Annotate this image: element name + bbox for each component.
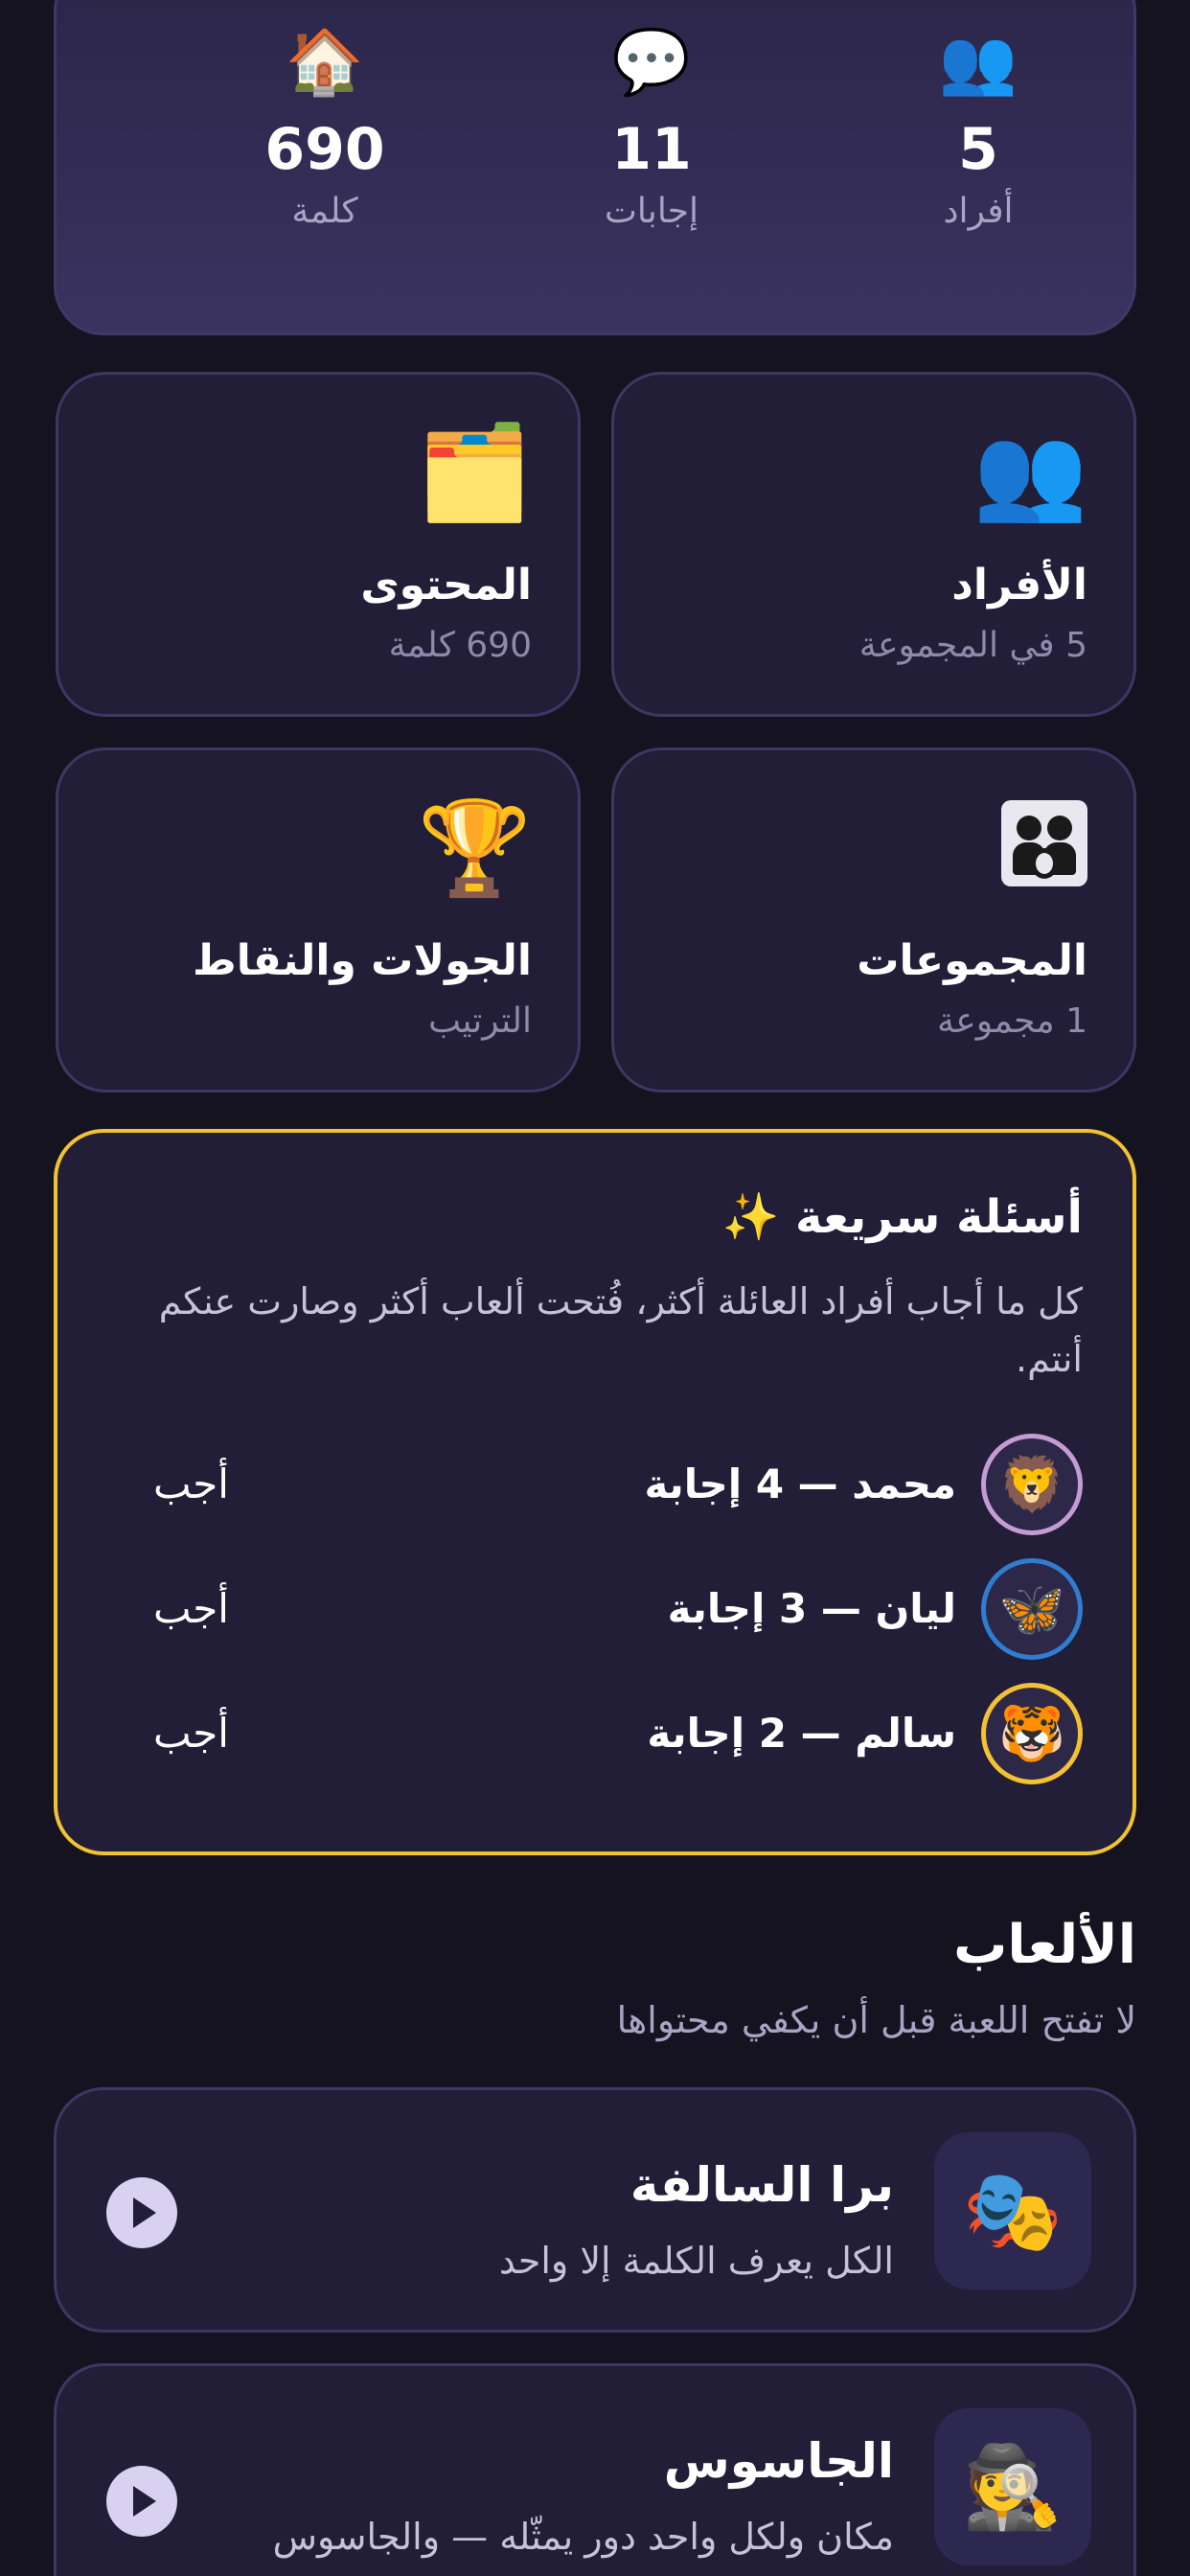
tile-rounds[interactable]: 🏆 الجولات والنقاط الترتيب: [56, 748, 581, 1092]
game-card-odd-one-out[interactable]: 🎭 برا السالفة الكل يعرف الكلمة إلا واحد: [54, 2087, 1136, 2333]
play-icon[interactable]: [106, 2177, 177, 2248]
stat-answers-value: 11: [611, 116, 692, 183]
tile-groups[interactable]: المجموعات 1 مجموعة: [611, 748, 1136, 1092]
detective-icon: 🕵️: [934, 2408, 1091, 2565]
quick-question-row: 🦋 ليان — 3 إجابة أجب: [57, 1558, 1133, 1664]
answer-button[interactable]: أجب: [153, 1451, 229, 1518]
stat-members-label: أفراد: [943, 192, 1014, 231]
game-title: برا السالفة: [629, 2157, 894, 2213]
stat-words-label: كلمة: [291, 192, 358, 231]
tile-content[interactable]: 🗂️ المحتوى 690 كلمة: [56, 372, 581, 717]
folder-icon: 🗂️: [417, 419, 532, 526]
stat-words-value: 690: [264, 116, 385, 183]
game-description: الكل يعرف الكلمة إلا واحد: [498, 2240, 894, 2282]
tile-content-subtitle: 690 كلمة: [388, 626, 532, 665]
stat-members: 👥 5 أفراد: [854, 22, 1103, 237]
tile-groups-title: المجموعات: [857, 936, 1087, 985]
people-icon: 👥: [938, 25, 1018, 99]
house-icon: 🏠: [285, 25, 365, 99]
stats-card: 👥 5 أفراد 💬 11 إجابات 🏠 690 كلمة: [54, 0, 1136, 335]
quick-questions-card: أسئلة سريعة ✨ كل ما أجاب أفراد العائلة أ…: [54, 1129, 1136, 1855]
game-description: مكان ولكل واحد دور يمثّله — والجاسوس يحا…: [272, 2516, 894, 2576]
butterfly-avatar-icon: 🦋: [981, 1558, 1083, 1660]
stat-answers-label: إجابات: [604, 192, 699, 231]
answer-button[interactable]: أجب: [153, 1700, 229, 1767]
home-screen: 👥 5 أفراد 💬 11 إجابات 🏠 690 كلمة 👥 الأفر…: [0, 0, 1190, 2576]
games-section-subtitle: لا تفتح اللعبة قبل أن يكفي محتواها: [616, 1999, 1136, 2041]
tile-rounds-subtitle: الترتيب: [428, 1001, 532, 1041]
quick-question-row: 🐯 سالم — 2 إجابة أجب: [57, 1683, 1133, 1788]
theater-masks-icon: 🎭: [934, 2132, 1091, 2289]
tile-members-subtitle: 5 في المجموعة: [858, 626, 1087, 665]
stat-words: 🏠 690 كلمة: [200, 22, 449, 237]
quick-question-row: 🦁 محمد — 4 إجابة أجب: [57, 1434, 1133, 1539]
member-answer-count: محمد — 4 إجابة: [644, 1460, 956, 1507]
tile-members[interactable]: 👥 الأفراد 5 في المجموعة: [611, 372, 1136, 717]
member-answer-count: سالم — 2 إجابة: [647, 1710, 956, 1757]
lion-avatar-icon: 🦁: [981, 1434, 1083, 1535]
speech-bubble-icon: 💬: [611, 25, 692, 99]
tile-content-title: المحتوى: [360, 561, 532, 610]
quick-questions-description: كل ما أجاب أفراد العائلة أكثر، فُتحت ألع…: [158, 1280, 1083, 1380]
tile-members-title: الأفراد: [951, 561, 1087, 610]
member-answer-count: ليان — 3 إجابة: [667, 1585, 956, 1632]
answer-button[interactable]: أجب: [153, 1576, 229, 1643]
tile-rounds-title: الجولات والنقاط: [193, 936, 532, 985]
play-icon[interactable]: [106, 2466, 177, 2537]
family-icon: [1001, 800, 1087, 903]
trophy-icon: 🏆: [417, 794, 532, 902]
people-icon: 👥: [973, 419, 1087, 526]
quick-questions-title: أسئلة سريعة ✨: [721, 1190, 1083, 1244]
game-card-spy[interactable]: 🕵️ الجاسوس مكان ولكل واحد دور يمثّله — و…: [54, 2363, 1136, 2576]
games-section-title: الألعاب: [953, 1914, 1136, 1976]
tiger-avatar-icon: 🐯: [981, 1683, 1083, 1784]
stat-answers: 💬 11 إجابات: [527, 22, 776, 237]
tile-groups-subtitle: 1 مجموعة: [936, 1001, 1087, 1041]
game-title: الجاسوس: [663, 2433, 894, 2489]
stat-members-value: 5: [958, 116, 998, 183]
